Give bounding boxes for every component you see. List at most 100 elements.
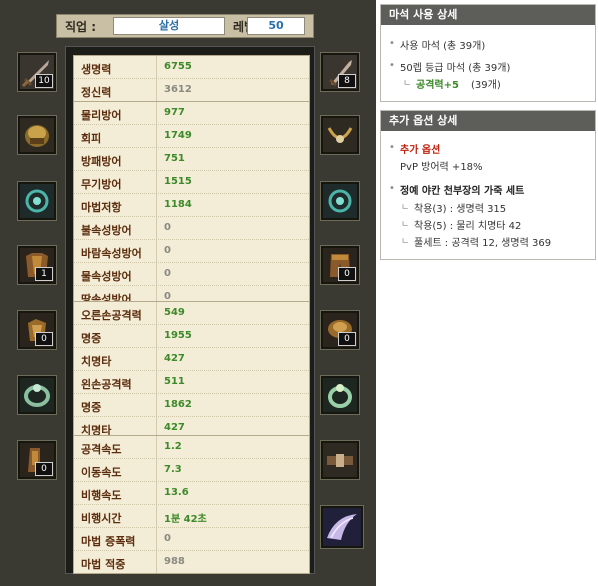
left-slot-1[interactable]: 10 — [18, 53, 56, 91]
stat-value: 751 — [164, 153, 185, 164]
manastone-box-title: 마석 사용 상세 — [381, 5, 595, 25]
job-label: 직업 : — [65, 20, 97, 34]
set-bonus-line: 착용(3) : 생명력 315 — [414, 204, 507, 215]
pvp-defense-option: PvP 방어력 +18% — [400, 162, 483, 173]
stat-label: 마법 증폭력 — [81, 535, 136, 548]
stat-label: 물리방어 — [81, 109, 122, 122]
stat-value: 1184 — [164, 199, 192, 210]
left-slot-3[interactable] — [18, 182, 56, 220]
left-slot-4-count: 1 — [35, 267, 53, 281]
stat-row: 치명타 427 — [74, 348, 309, 371]
left-slot-2[interactable] — [18, 116, 56, 154]
stat-value: 1분 42초 — [164, 514, 207, 525]
left-slot-7-count: 0 — [35, 462, 53, 476]
right-slot-1[interactable]: 8 — [321, 53, 359, 91]
set-bonus-line: 착용(5) : 물리 치명타 42 — [414, 221, 522, 232]
stat-value: 13.6 — [164, 487, 189, 498]
stat-row: 정신력 3612 — [74, 79, 309, 101]
right-slot-3[interactable] — [321, 182, 359, 220]
stat-value: 3612 — [164, 84, 192, 95]
sub-arrow-icon: ㄴ — [403, 79, 412, 89]
bullet-icon: • — [389, 183, 395, 194]
stat-label: 바람속성방어 — [81, 247, 142, 260]
manastone-attack-count: (39개) — [471, 80, 501, 91]
stat-row: 물리방어 977 — [74, 102, 309, 125]
stat-value: 511 — [164, 376, 185, 387]
stat-label: 정신력 — [81, 86, 112, 99]
earring-icon — [323, 184, 357, 218]
stat-label: 왼손공격력 — [81, 378, 132, 391]
stat-row: 왼손공격력 511 — [74, 371, 309, 394]
sub-arrow-icon: ㄴ — [401, 203, 410, 213]
stat-row: 비행속도 13.6 — [74, 482, 309, 505]
right-slot-5[interactable]: 0 — [321, 311, 359, 349]
earring-icon — [20, 184, 54, 218]
manastone-attack-name: 공격력+5 — [416, 80, 459, 91]
belt-icon — [323, 443, 357, 477]
stat-row: 회피 1749 — [74, 125, 309, 148]
stat-label: 불속성방어 — [81, 224, 132, 237]
stat-value: 0 — [164, 268, 171, 279]
stat-row: 비행시간 1분 42초 — [74, 505, 309, 528]
stat-group-vitals: 생명력 6755 정신력 3612 — [73, 55, 310, 102]
stat-value: 0 — [164, 222, 171, 233]
stat-group-attack: 오른손공격력 549 명중 1955 치명타 427 왼손공격력 511 명중 1862 … — [73, 301, 310, 440]
left-slot-7[interactable]: 0 — [18, 441, 56, 479]
left-slot-1-count: 10 — [35, 74, 53, 88]
manastone-level50: 50렙 등급 마석 (총 39개) — [400, 63, 511, 74]
stat-row: 공격속도 1.2 — [74, 436, 309, 459]
left-slot-5-count: 0 — [35, 332, 53, 346]
character-panel: 직업 : 살성 레벨 : 50 10 — [0, 0, 376, 586]
stat-row: 이동속도 7.3 — [74, 459, 309, 482]
right-slot-4[interactable]: 0 — [321, 246, 359, 284]
stat-row: 생명력 6755 — [74, 56, 309, 79]
stat-group-defense: 물리방어 977 회피 1749 방패방어 751 무기방어 1515 마법저항 1184… — [73, 101, 310, 309]
set-bonus-line: 풀세트 : 공격력 12, 생명력 369 — [414, 238, 552, 249]
bullet-icon: • — [389, 142, 395, 153]
extra-option-title: 추가 옵션 — [400, 145, 441, 156]
character-header: 직업 : 살성 레벨 : 50 — [56, 14, 314, 38]
right-slot-4-count: 0 — [338, 267, 356, 281]
stat-value: 7.3 — [164, 464, 182, 475]
left-slot-5[interactable]: 0 — [18, 311, 56, 349]
helmet-icon — [20, 118, 54, 152]
stat-row: 마법 적중 988 — [74, 551, 309, 573]
set-title: 정예 야칸 천부장의 가죽 세트 — [400, 186, 525, 197]
stat-label: 물속성방어 — [81, 270, 132, 283]
right-slot-7[interactable] — [321, 441, 359, 479]
wings-icon — [323, 508, 361, 546]
job-value: 살성 — [113, 17, 225, 35]
stat-value: 549 — [164, 307, 185, 318]
stat-row: 방패방어 751 — [74, 148, 309, 171]
stat-label: 회피 — [81, 132, 102, 145]
stat-row: 오른손공격력 549 — [74, 302, 309, 325]
stat-value: 1.2 — [164, 441, 182, 452]
left-slot-6[interactable] — [18, 376, 56, 414]
manastone-usage-box: 마석 사용 상세 • 사용 마석 (총 39개) • 50렙 등급 마석 (총 … — [380, 4, 596, 102]
stat-row: 명중 1862 — [74, 394, 309, 417]
manastone-total: 사용 마석 (총 39개) — [400, 41, 486, 52]
stat-label: 무기방어 — [81, 178, 122, 191]
bullet-icon: • — [389, 60, 395, 71]
stat-value: 427 — [164, 422, 185, 433]
stat-label: 명중 — [81, 401, 102, 414]
stat-row: 불속성방어 0 — [74, 217, 309, 240]
stat-label: 비행속도 — [81, 489, 122, 502]
stat-row: 바람속성방어 0 — [74, 240, 309, 263]
left-slot-4[interactable]: 1 — [18, 246, 56, 284]
right-slot-2[interactable] — [321, 116, 359, 154]
stat-value: 0 — [164, 533, 171, 544]
stat-label: 방패방어 — [81, 155, 122, 168]
right-slot-6[interactable] — [321, 376, 359, 414]
right-slot-5-count: 0 — [338, 332, 356, 346]
stat-row: 마법저항 1184 — [74, 194, 309, 217]
right-slot-8[interactable] — [321, 506, 363, 548]
stat-group-speed: 공격속도 1.2 이동속도 7.3 비행속도 13.6 비행시간 1분 42초 마법 증… — [73, 435, 310, 574]
stat-value: 1515 — [164, 176, 192, 187]
option-box-title: 추가 옵션 상세 — [381, 111, 595, 131]
stat-label: 명중 — [81, 332, 102, 345]
extra-option-box: 추가 옵션 상세 • 추가 옵션 PvP 방어력 +18% • 정예 야칸 천부… — [380, 110, 596, 260]
stat-value: 6755 — [164, 61, 192, 72]
stats-panel: 생명력 6755 정신력 3612 물리방어 977 회피 1749 방패방어 751 무… — [65, 46, 315, 574]
stat-label: 치명타 — [81, 355, 112, 368]
